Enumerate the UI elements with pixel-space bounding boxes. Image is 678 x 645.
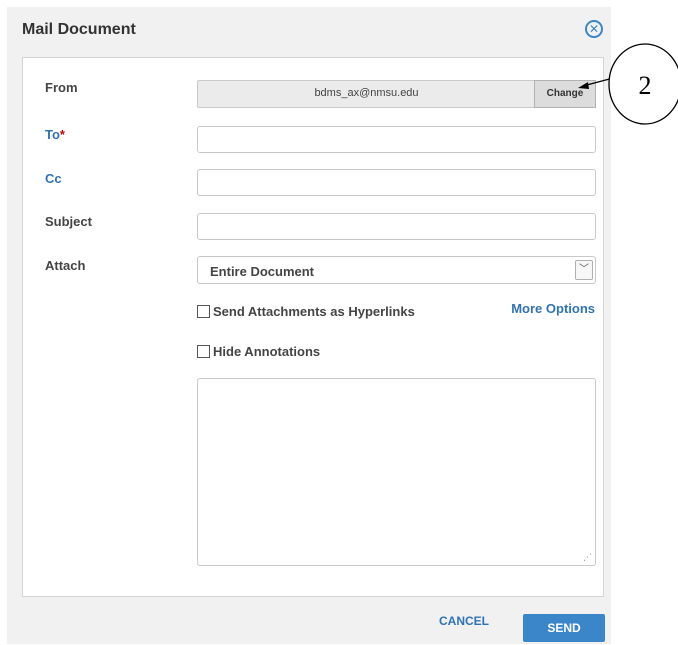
- callout-number: 2: [639, 71, 652, 100]
- callout-arrowhead: [578, 82, 589, 89]
- callout-annotation: 2: [578, 43, 678, 125]
